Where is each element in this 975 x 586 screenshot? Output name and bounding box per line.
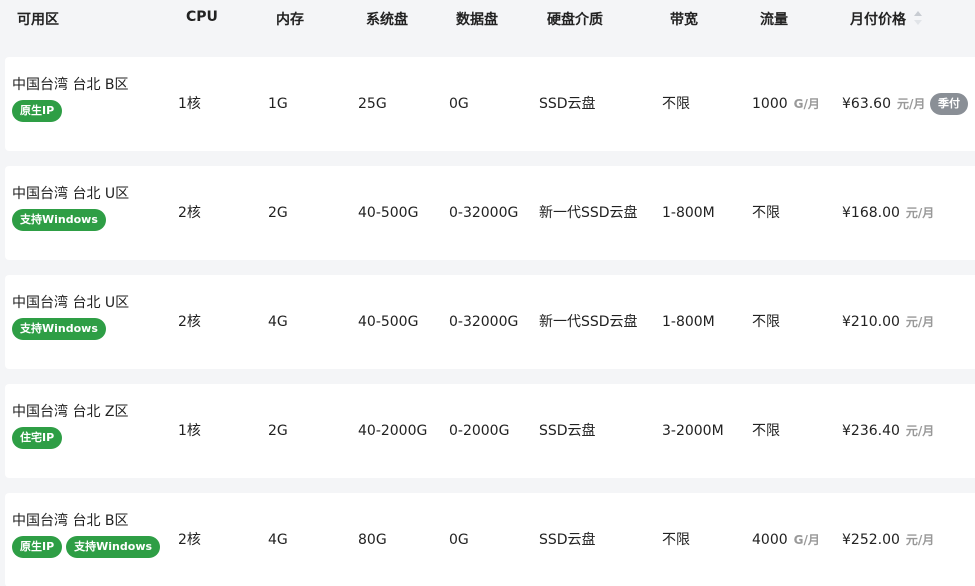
tag-badge: 住宅IP: [12, 427, 63, 449]
tag-list: 住宅IP: [12, 427, 66, 449]
price-cell: ¥252.00 元/月: [842, 531, 934, 549]
pricing-table: 可用区 CPU 内存 系统盘 数据盘 硬盘介质 带宽 流量 月付价格 中国台湾 …: [0, 0, 975, 586]
price-cell: ¥63.60 元/月: [842, 95, 925, 113]
bandwidth-value: 不限: [662, 96, 690, 112]
memory-value: 4G: [268, 314, 288, 330]
traffic-cell: 不限: [752, 204, 780, 222]
traffic-cell: 不限: [752, 422, 780, 440]
table-row[interactable]: 中国台湾 台北 Z区 住宅IP 1核 2G 40-2000G 0-2000G S…: [5, 384, 975, 478]
disk-medium-value: 新一代SSD云盘: [539, 205, 638, 221]
zone-name: 中国台湾 台北 U区: [12, 186, 130, 202]
traffic-value: 不限: [752, 423, 780, 439]
price-value: ¥210.00: [842, 314, 900, 330]
header-zone: 可用区: [17, 12, 59, 28]
memory-value: 1G: [268, 96, 288, 112]
system-disk-value: 80G: [358, 532, 387, 548]
tag-list: 支持Windows: [12, 318, 110, 340]
tag-badge: 支持Windows: [66, 536, 161, 558]
zone-name: 中国台湾 台北 U区: [12, 295, 130, 311]
disk-medium-value: SSD云盘: [539, 532, 596, 548]
cpu-value: 1核: [178, 96, 201, 112]
price-value: ¥63.60: [842, 96, 891, 112]
header-cpu: CPU: [186, 9, 218, 25]
price-unit: 元/月: [897, 97, 926, 111]
price-unit: 元/月: [905, 206, 935, 220]
cpu-value: 1核: [178, 423, 201, 439]
price-cell: ¥168.00 元/月: [842, 204, 934, 222]
price-value: ¥236.40: [842, 423, 900, 439]
traffic-cell: 不限: [752, 313, 780, 331]
tag-badge: 支持Windows: [12, 209, 106, 231]
billing-period-badge: 季付: [930, 93, 968, 115]
data-disk-value: 0-32000G: [449, 205, 519, 221]
tag-badge: 原生IP: [12, 100, 63, 122]
tag-list: 原生IP: [12, 100, 66, 122]
disk-medium-value: SSD云盘: [539, 423, 596, 439]
price-unit: 元/月: [905, 533, 935, 547]
price-value: ¥252.00: [842, 532, 900, 548]
table-row[interactable]: 中国台湾 台北 U区 支持Windows 2核 2G 40-500G 0-320…: [5, 166, 975, 260]
disk-medium-value: SSD云盘: [539, 96, 596, 112]
header-memory: 内存: [276, 12, 304, 28]
system-disk-value: 40-500G: [358, 314, 419, 330]
traffic-value: 不限: [752, 205, 780, 221]
table-row[interactable]: 中国台湾 台北 U区 支持Windows 2核 4G 40-500G 0-320…: [5, 275, 975, 369]
zone-name: 中国台湾 台北 B区: [12, 513, 129, 529]
sort-icon[interactable]: [913, 10, 923, 26]
header-data-disk: 数据盘: [456, 12, 498, 28]
cpu-value: 2核: [178, 205, 201, 221]
tag-list: 支持Windows: [12, 209, 110, 231]
traffic-value: 4000: [752, 532, 788, 548]
tag-badge: 原生IP: [12, 536, 63, 558]
tag-list: 原生IP 支持Windows: [12, 536, 164, 558]
bandwidth-value: 3-2000M: [662, 423, 724, 439]
traffic-unit: G/月: [793, 533, 820, 547]
bandwidth-value: 不限: [662, 532, 690, 548]
system-disk-value: 25G: [358, 96, 387, 112]
bandwidth-value: 1-800M: [662, 314, 715, 330]
data-disk-value: 0-32000G: [449, 314, 519, 330]
zone-name: 中国台湾 台北 B区: [12, 77, 129, 93]
tag-badge: 支持Windows: [12, 318, 106, 340]
system-disk-value: 40-500G: [358, 205, 419, 221]
memory-value: 2G: [268, 423, 288, 439]
price-cell: ¥236.40 元/月: [842, 422, 934, 440]
traffic-unit: G/月: [793, 97, 820, 111]
header-bandwidth: 带宽: [670, 12, 698, 28]
price-unit: 元/月: [905, 424, 935, 438]
system-disk-value: 40-2000G: [358, 423, 428, 439]
cpu-value: 2核: [178, 314, 201, 330]
disk-medium-value: 新一代SSD云盘: [539, 314, 638, 330]
zone-name: 中国台湾 台北 Z区: [12, 404, 129, 420]
price-cell: ¥210.00 元/月: [842, 313, 934, 331]
cpu-value: 2核: [178, 532, 201, 548]
table-header: 可用区 CPU 内存 系统盘 数据盘 硬盘介质 带宽 流量 月付价格: [0, 0, 975, 38]
traffic-value: 1000: [752, 96, 788, 112]
data-disk-value: 0-2000G: [449, 423, 510, 439]
table-row[interactable]: 中国台湾 台北 B区 原生IP 1核 1G 25G 0G SSD云盘 不限 10…: [5, 57, 975, 151]
traffic-value: 不限: [752, 314, 780, 330]
data-disk-value: 0G: [449, 96, 469, 112]
header-monthly-price[interactable]: 月付价格: [850, 9, 906, 29]
data-disk-value: 0G: [449, 532, 469, 548]
header-traffic: 流量: [760, 12, 788, 28]
memory-value: 4G: [268, 532, 288, 548]
memory-value: 2G: [268, 205, 288, 221]
price-unit: 元/月: [905, 315, 935, 329]
traffic-cell: 1000 G/月: [752, 95, 820, 113]
traffic-cell: 4000 G/月: [752, 531, 820, 549]
header-system-disk: 系统盘: [366, 12, 408, 28]
table-row[interactable]: 中国台湾 台北 B区 原生IP 支持Windows 2核 4G 80G 0G SS…: [5, 493, 975, 586]
header-disk-medium: 硬盘介质: [547, 12, 603, 28]
bandwidth-value: 1-800M: [662, 205, 715, 221]
price-value: ¥168.00: [842, 205, 900, 221]
